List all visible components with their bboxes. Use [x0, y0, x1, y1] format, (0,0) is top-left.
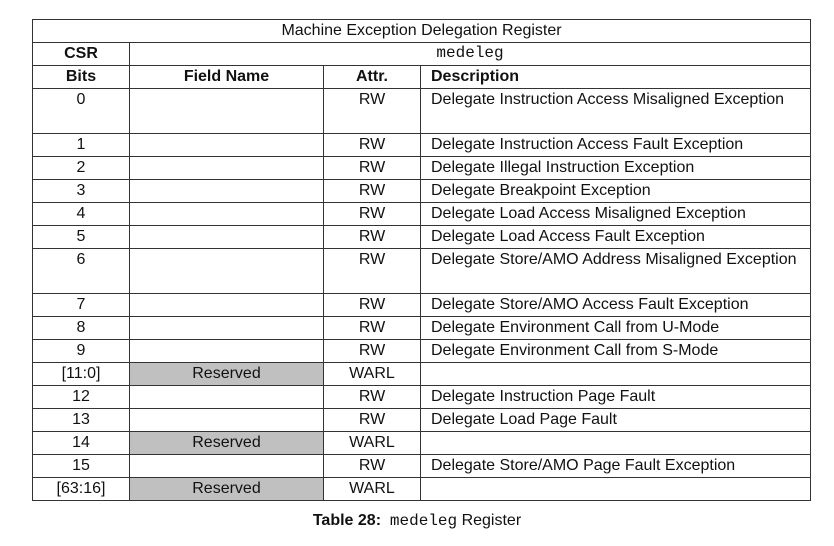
field-name-cell: Reserved	[129, 362, 324, 386]
bits-cell: [63:16]	[32, 477, 130, 501]
description-cell: Delegate Load Page Fault	[419, 408, 812, 432]
description-cell	[419, 477, 812, 501]
caption-register: medeleg	[389, 512, 458, 530]
table-row: 0 RW Delegate Instruction Access Misaligne…	[32, 88, 812, 134]
table-row: 9 RW Delegate Environment Call from S-Mode	[32, 339, 812, 363]
attr-cell: RW	[323, 248, 421, 294]
bits-cell: 8	[32, 316, 130, 340]
table-row: 6 RW Delegate Store/AMO Address Misaligned…	[32, 248, 812, 294]
description-cell: Delegate Environment Call from U-Mode	[419, 316, 812, 340]
table-row: 15 RW Delegate Store/AMO Page Fault Except…	[32, 454, 812, 478]
table-row: 4 RW Delegate Load Access Misaligned Excep…	[32, 202, 812, 226]
field-name-cell	[129, 88, 324, 134]
bits-cell: 12	[32, 385, 130, 409]
description-cell: Delegate Load Access Misaligned Exceptio…	[419, 202, 812, 226]
attr-cell: RW	[323, 339, 421, 363]
field-name-cell	[129, 454, 324, 478]
table-row: 1 RW Delegate Instruction Access Fault Exc…	[32, 133, 812, 157]
bits-cell: 13	[32, 408, 130, 432]
attr-cell: RW	[323, 293, 421, 317]
table-row: 13 RW Delegate Load Page Fault	[32, 408, 812, 432]
bits-cell: 6	[32, 248, 130, 294]
attr-cell: RW	[323, 385, 421, 409]
field-name-cell	[129, 156, 324, 180]
table-row: 3 RW Delegate Breakpoint Exception	[32, 179, 812, 203]
attr-cell: WARL	[323, 477, 421, 501]
attr-cell: RW	[323, 316, 421, 340]
field-name-cell	[129, 133, 324, 157]
attr-cell: RW	[323, 202, 421, 226]
field-name-cell	[129, 225, 324, 249]
attr-cell: WARL	[323, 362, 421, 386]
header-attr: Attr.	[323, 65, 421, 89]
attr-cell: WARL	[323, 431, 421, 455]
bits-cell: 1	[32, 133, 130, 157]
csr-value: medeleg	[128, 42, 812, 66]
field-name-cell	[129, 316, 324, 340]
header-bits: Bits	[32, 65, 130, 89]
field-name-cell	[129, 248, 324, 294]
table-row: [11:0] Reserved WARL	[32, 362, 812, 386]
caption-label: Table 28:	[312, 512, 382, 529]
description-cell: Delegate Breakpoint Exception	[419, 179, 812, 203]
attr-cell: RW	[323, 179, 421, 203]
attr-cell: RW	[323, 156, 421, 180]
description-cell	[419, 431, 812, 455]
attr-cell: RW	[323, 88, 421, 134]
field-name-cell	[129, 408, 324, 432]
bits-cell: 2	[32, 156, 130, 180]
caption-suffix: Register	[461, 512, 522, 529]
bits-cell: [11:0]	[32, 362, 130, 386]
bits-cell: 3	[32, 179, 130, 203]
attr-cell: RW	[323, 454, 421, 478]
attr-cell: RW	[323, 133, 421, 157]
description-cell: Delegate Illegal Instruction Exception	[419, 156, 812, 180]
field-name-cell	[129, 293, 324, 317]
attr-cell: RW	[323, 225, 421, 249]
field-name-cell: Reserved	[129, 431, 324, 455]
table-caption: Table 28: medeleg Register	[0, 512, 834, 530]
bits-cell: 0	[32, 88, 130, 134]
bits-cell: 15	[32, 454, 130, 478]
table-row: 7 RW Delegate Store/AMO Access Fault Excep…	[32, 293, 812, 317]
description-cell: Delegate Load Access Fault Exception	[419, 225, 812, 249]
table-row: 8 RW Delegate Environment Call from U-Mode	[32, 316, 812, 340]
header-field-name: Field Name	[129, 65, 324, 89]
description-cell: Delegate Instruction Page Fault	[419, 385, 812, 409]
description-cell: Delegate Environment Call from S-Mode	[419, 339, 812, 363]
attr-cell: RW	[323, 408, 421, 432]
table-row: [63:16] Reserved WARL	[32, 477, 812, 501]
field-name-cell	[129, 339, 324, 363]
bits-cell: 4	[32, 202, 130, 226]
description-cell: Delegate Instruction Access Fault Except…	[419, 133, 812, 157]
description-cell: Delegate Store/AMO Access Fault Exceptio…	[419, 293, 812, 317]
bits-cell: 14	[32, 431, 130, 455]
register-table: Machine Exception Delegation Register CS…	[31, 19, 812, 501]
field-name-cell: Reserved	[129, 477, 324, 501]
description-cell	[419, 362, 812, 386]
csr-label: CSR	[32, 42, 130, 66]
table-row: 5 RW Delegate Load Access Fault Exception	[32, 225, 812, 249]
bits-cell: 7	[32, 293, 130, 317]
field-name-cell	[129, 202, 324, 226]
description-cell: Delegate Store/AMO Address Misaligned Ex…	[419, 248, 812, 294]
bits-cell: 5	[32, 225, 130, 249]
table-row: 12 RW Delegate Instruction Page Fault	[32, 385, 812, 409]
field-name-cell	[129, 385, 324, 409]
description-cell: Delegate Store/AMO Page Fault Exception	[419, 454, 812, 478]
table-title: Machine Exception Delegation Register	[31, 19, 812, 43]
field-name-cell	[129, 179, 324, 203]
bits-cell: 9	[32, 339, 130, 363]
header-description: Description	[419, 65, 812, 89]
table-row: 2 RW Delegate Illegal Instruction Exceptio…	[32, 156, 812, 180]
table-row: 14 Reserved WARL	[32, 431, 812, 455]
description-cell: Delegate Instruction Access Misaligned E…	[419, 88, 812, 134]
